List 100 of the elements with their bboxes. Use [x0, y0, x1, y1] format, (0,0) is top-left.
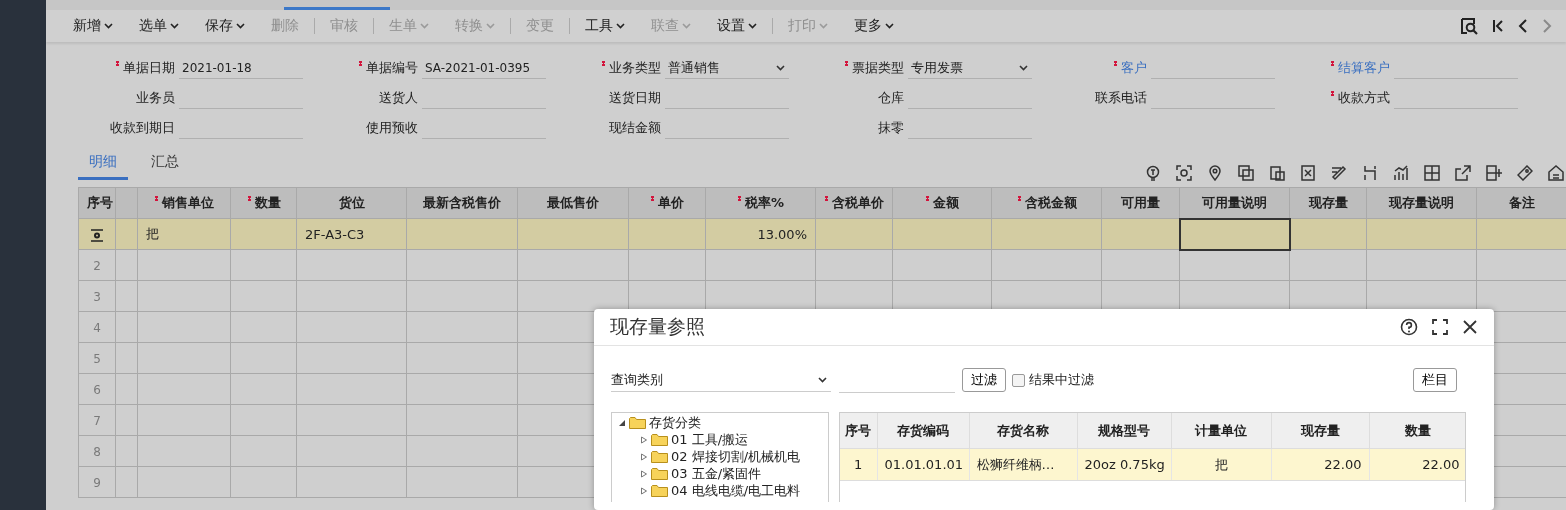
- table-cell[interactable]: [991, 218, 1102, 250]
- field-label: 联系电话: [1095, 89, 1147, 107]
- table-cell[interactable]: [517, 218, 629, 250]
- table-cell[interactable]: [815, 218, 893, 250]
- scan-icon[interactable]: [1176, 165, 1192, 181]
- column-header: 最新含税售价: [406, 187, 518, 219]
- filter-button[interactable]: 过滤: [962, 368, 1006, 392]
- tree-item[interactable]: 01 工具/搬运: [671, 430, 749, 449]
- tree-item[interactable]: 04 电线电缆/电工电料: [671, 481, 801, 500]
- pen-icon[interactable]: [1331, 165, 1347, 181]
- checkbox-label: 结果中过滤: [1029, 371, 1094, 389]
- row-menu-icon[interactable]: [90, 228, 104, 242]
- collapsed-triangle-icon[interactable]: [640, 435, 648, 444]
- row-number: 6: [93, 382, 101, 397]
- table-cell[interactable]: 把: [137, 218, 231, 250]
- column-header: 销售单位: [137, 187, 231, 219]
- field-label: 送货日期: [609, 89, 661, 107]
- tree-item[interactable]: 02 焊接切割/机械机电: [671, 447, 801, 466]
- table-cell: 01.01.01.01: [877, 448, 969, 481]
- folder-icon: [651, 433, 668, 446]
- lightbulb-icon[interactable]: [1145, 165, 1161, 181]
- field-label: 业务员: [136, 89, 175, 107]
- tree-item[interactable]: 存货分类: [649, 413, 701, 432]
- column-header: 单价: [628, 187, 706, 219]
- column-header: 现存量说明: [1366, 187, 1477, 219]
- building-icon[interactable]: [1548, 165, 1564, 181]
- document-icon[interactable]: [1300, 165, 1316, 181]
- collapsed-triangle-icon[interactable]: [640, 452, 648, 461]
- table-cell[interactable]: [1101, 218, 1180, 250]
- column-header: 数量: [1369, 413, 1465, 449]
- toolbar-button[interactable]: 工具: [572, 17, 638, 35]
- first-page-icon[interactable]: [1492, 18, 1504, 34]
- folder-icon: [629, 416, 646, 429]
- select-field[interactable]: 查询类别: [611, 368, 831, 392]
- table-cell: 1: [840, 448, 877, 481]
- row-number: 4: [93, 320, 101, 335]
- location-pin-icon[interactable]: [1207, 165, 1223, 181]
- table-cell[interactable]: [406, 218, 518, 250]
- input-field[interactable]: SA-2021-01-0395: [422, 57, 546, 79]
- columns-button[interactable]: 栏目: [1413, 368, 1457, 392]
- dialog-title: 现存量参照: [610, 314, 705, 339]
- column-header: 最低售价: [517, 187, 629, 219]
- row-number: 7: [93, 413, 101, 428]
- collapsed-triangle-icon[interactable]: [640, 469, 648, 478]
- column-header: 现存量: [1271, 413, 1369, 449]
- chevron-right-icon[interactable]: [1542, 18, 1552, 34]
- expanded-triangle-icon[interactable]: [618, 418, 626, 427]
- chevron-down-icon: [170, 23, 179, 29]
- field-label: 单据编号: [358, 59, 418, 77]
- folder-icon: [651, 450, 668, 463]
- table-row[interactable]: 1 01.01.01.01 松狮纤维柄… 20oz 0.75kg 把 22.00 22.00: [840, 448, 1465, 481]
- table-cell[interactable]: [1366, 218, 1477, 250]
- select-field[interactable]: 普通销售: [665, 57, 789, 79]
- column-header: 数量: [230, 187, 297, 219]
- close-icon[interactable]: [1462, 319, 1478, 335]
- toolbar-button[interactable]: 设置: [704, 17, 770, 35]
- table-row[interactable]: 把 2F-A3-C3 13.00%: [78, 218, 1566, 250]
- grid-plus-icon[interactable]: [1486, 165, 1502, 181]
- grid-icon[interactable]: [1424, 165, 1440, 181]
- column-header: 可用量: [1101, 187, 1180, 219]
- chevron-down-icon: [236, 23, 245, 29]
- chevron-down-icon: [682, 23, 691, 29]
- toolbar-button[interactable]: 选单: [126, 17, 192, 35]
- collapsed-triangle-icon[interactable]: [640, 486, 648, 495]
- table-cell[interactable]: 13.00%: [705, 218, 816, 250]
- folder-icon: [651, 467, 668, 480]
- chevron-down-icon: [616, 23, 625, 29]
- table-cell[interactable]: [892, 218, 992, 250]
- table-cell: 22.00: [1369, 448, 1465, 481]
- copy-icon[interactable]: [1238, 165, 1254, 181]
- table-cell[interactable]: 2F-A3-C3: [296, 218, 407, 250]
- chevron-down-icon: [819, 23, 828, 29]
- checkbox[interactable]: [1012, 373, 1025, 387]
- column-header: 税率%: [705, 187, 816, 219]
- tree-item[interactable]: 03 五金/紧固件: [671, 464, 762, 483]
- field-label: 业务类型: [601, 59, 661, 77]
- chevron-left-icon[interactable]: [1518, 18, 1528, 34]
- maximize-icon[interactable]: [1432, 319, 1448, 335]
- toolbar-button[interactable]: 保存: [192, 17, 258, 35]
- tag-icon[interactable]: [1517, 165, 1533, 181]
- column-header: 含税金额: [991, 187, 1102, 219]
- connector-icon[interactable]: [1362, 165, 1378, 181]
- folder-icon: [651, 484, 668, 497]
- help-icon[interactable]: [1400, 318, 1418, 336]
- table-cell[interactable]: [1289, 218, 1367, 250]
- toolbar-button[interactable]: 更多: [841, 17, 907, 35]
- toolbar-button[interactable]: 新增: [60, 17, 126, 35]
- input-field[interactable]: 2021-01-18: [179, 57, 303, 79]
- export-icon[interactable]: [1455, 165, 1471, 181]
- bar-chart-icon[interactable]: [1393, 165, 1409, 181]
- table-cell[interactable]: [1476, 218, 1566, 250]
- tab[interactable]: 汇总: [140, 147, 190, 180]
- table-cell[interactable]: [1179, 218, 1290, 250]
- paste-icon[interactable]: [1269, 165, 1285, 181]
- chevron-down-icon: [1019, 64, 1028, 71]
- column-header: 含税单价: [815, 187, 893, 219]
- search-icon[interactable]: [1460, 17, 1478, 35]
- table-cell[interactable]: [230, 218, 297, 250]
- table-cell[interactable]: [628, 218, 706, 250]
- select-field[interactable]: 专用发票: [908, 57, 1032, 79]
